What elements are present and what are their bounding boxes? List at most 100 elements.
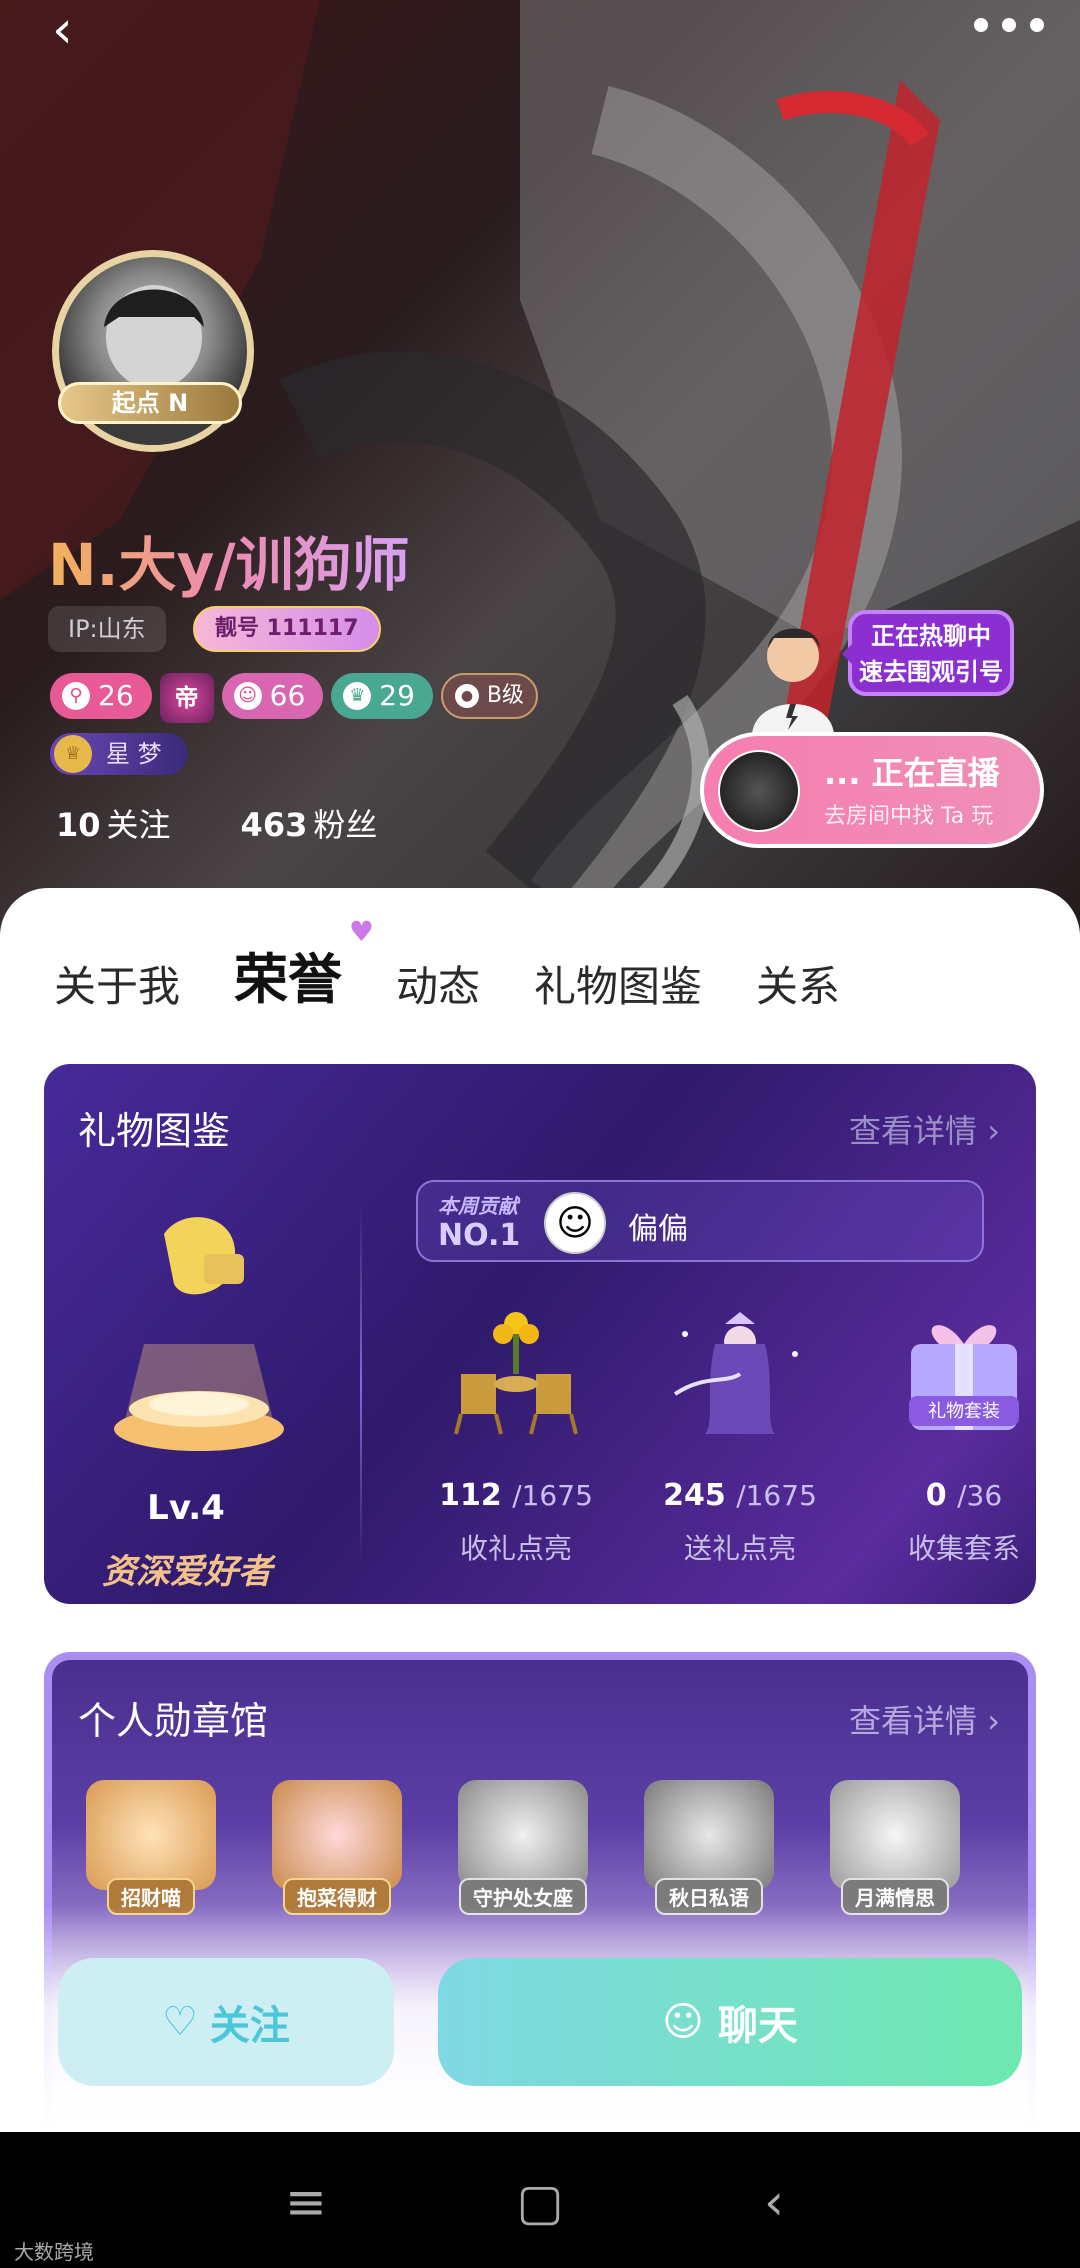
- contrib-rank: NO.1: [438, 1218, 521, 1253]
- following-number: 10: [56, 806, 101, 844]
- collected-count: 0 /36: [874, 1478, 1036, 1513]
- guide-character: [752, 628, 834, 734]
- watermark: 大数跨境: [14, 2240, 94, 2264]
- tab-honor[interactable]: 荣誉: [220, 915, 374, 1024]
- grade-value: B级: [486, 683, 525, 708]
- medal-lucky-cat[interactable]: 招财喵: [76, 1780, 226, 1915]
- collected-num: 0: [925, 1478, 947, 1513]
- gift-box-icon: 礼物套装: [909, 1325, 1019, 1430]
- received-label: 收礼点亮: [459, 1532, 572, 1565]
- weekly-contributor[interactable]: 本周贡献 NO.1 ☺ 偏偏: [416, 1180, 984, 1262]
- nice-id-badge[interactable]: 靓号 111117: [193, 606, 381, 652]
- key-level-badge[interactable]: ⚲ 26: [50, 673, 152, 719]
- recent-apps-icon[interactable]: ≡: [276, 2172, 336, 2232]
- follow-button[interactable]: ♡ 关注: [58, 1958, 394, 2086]
- avatar-frame-badge: 起点 N: [58, 382, 242, 424]
- home-icon[interactable]: ▢: [510, 2172, 570, 2232]
- chat-button[interactable]: ☺ 聊天: [438, 1958, 1022, 2086]
- profile-content: 关于我 荣誉 动态 礼物图鉴 关系 礼物图鉴 查看详情 › Lv.4 资深爱好者…: [0, 888, 1080, 2132]
- system-navigation-bar: ≡ ▢ ‹: [0, 2132, 1080, 2268]
- contributor-avatar: ☺: [544, 1192, 606, 1254]
- ip-location: IP:山东: [48, 606, 166, 652]
- collected-label: 收集套系: [907, 1532, 1020, 1565]
- autumn-couple-icon: [644, 1780, 774, 1890]
- badge-row: ⚲ 26 帝 ☺ 66 ♛ 29 ● B级: [50, 673, 539, 723]
- follow-button-label: 关注: [209, 2003, 290, 2049]
- medal-hall-details-link[interactable]: 查看详情 ›: [849, 1696, 1000, 1742]
- gift-set-label: 礼物套装: [928, 1401, 1000, 1422]
- following-label: 关注: [106, 806, 171, 844]
- chevron-left-icon: ‹: [52, 0, 73, 60]
- grade-badge[interactable]: ● B级: [440, 673, 539, 719]
- medal-virgo[interactable]: 守护处女座: [448, 1780, 598, 1915]
- gift-level: Lv.4: [147, 1488, 225, 1528]
- trophy-pedestal-icon: [114, 1217, 284, 1451]
- face-icon: ☺: [233, 682, 262, 710]
- fairy-figure-icon: [673, 1312, 798, 1434]
- charm-level-value: 66: [269, 679, 306, 712]
- dot: [1030, 18, 1044, 32]
- tab-gift-book[interactable]: 礼物图鉴: [534, 953, 702, 1014]
- back-button[interactable]: ‹: [52, 2, 96, 58]
- profile-page: ‹ 起点 N N.大y/训狗师 IP:山东 靓号 111117 ⚲ 26 帝 ☺…: [0, 0, 1080, 2268]
- following-count[interactable]: 10 关注: [56, 800, 171, 846]
- emperor-badge[interactable]: 帝: [159, 673, 214, 723]
- divider: [360, 1204, 362, 1564]
- sent-label: 送礼点亮: [683, 1532, 796, 1565]
- followers-count[interactable]: 463 粉丝: [241, 800, 378, 846]
- heart-plus-icon: ♡: [162, 1999, 198, 2045]
- medal-hall-title: 个人勋章馆: [78, 1699, 269, 1743]
- guide-line1: 正在热聊中: [871, 622, 991, 650]
- key-level-value: 26: [98, 679, 134, 712]
- lucky-cat-icon: [86, 1780, 216, 1890]
- received-gifts-stat[interactable]: 112 /1675 收礼点亮: [426, 1304, 606, 1567]
- followers-number: 463: [240, 806, 308, 844]
- chair-set-icon: [454, 1312, 578, 1435]
- tab-relations[interactable]: 关系: [756, 953, 840, 1014]
- medal-wealth-cat[interactable]: 抱菜得财: [262, 1780, 412, 1915]
- username: N.大y/训狗师: [48, 518, 410, 602]
- wealth-cat-icon: [272, 1780, 402, 1890]
- live-title: ... 正在直播: [824, 754, 1000, 792]
- collected-sets-stat[interactable]: 礼物套装 0 /36 收集套系: [874, 1304, 1036, 1567]
- gift-level-name: 资深爱好者: [102, 1552, 272, 1592]
- contrib-label: 本周贡献: [438, 1194, 518, 1218]
- trophy-icon: ♛: [343, 682, 372, 710]
- virgo-icon: [458, 1780, 588, 1890]
- charm-level-badge[interactable]: ☺ 66: [221, 673, 324, 719]
- rich-level-value: 29: [379, 679, 415, 712]
- follow-stats: 10 关注 463 粉丝: [56, 800, 377, 846]
- live-card[interactable]: ... 正在直播 去房间中找 Ta 玩: [700, 732, 1044, 848]
- moon-rabbit-icon: [830, 1780, 960, 1890]
- collected-total: /36: [957, 1479, 1003, 1512]
- top-bar: ‹: [0, 0, 1080, 70]
- gift-book-card[interactable]: 礼物图鉴 查看详情 › Lv.4 资深爱好者 本周贡献 NO.1 ☺ 偏偏 11…: [44, 1064, 1036, 1604]
- crown-icon: ♕: [54, 735, 92, 773]
- sent-count: 245 /1675: [650, 1478, 830, 1513]
- chat-bubble-icon: ☺: [662, 1999, 704, 2045]
- gift-book-details-link[interactable]: 查看详情 ›: [849, 1106, 1000, 1152]
- guide-line2: 速去围观引号: [859, 658, 1003, 686]
- tab-about[interactable]: 关于我: [54, 953, 180, 1014]
- guide-bubble[interactable]: 正在热聊中 速去围观引号: [842, 610, 1014, 696]
- live-subtitle: 去房间中找 Ta 玩: [824, 804, 994, 829]
- sent-num: 245: [663, 1478, 726, 1513]
- chat-button-label: 聊天: [717, 2003, 798, 2049]
- contributor-name: 偏偏: [628, 1212, 688, 1247]
- tab-moments[interactable]: 动态: [396, 953, 480, 1014]
- received-num: 112: [439, 1478, 502, 1513]
- dot: [1002, 18, 1016, 32]
- medal-moon-rabbit[interactable]: 月满情思: [820, 1780, 970, 1915]
- live-room-thumbnail: [718, 750, 800, 832]
- back-nav-icon[interactable]: ‹: [744, 2172, 804, 2232]
- profile-header: ‹ 起点 N N.大y/训狗师 IP:山东 靓号 111117 ⚲ 26 帝 ☺…: [0, 0, 1080, 940]
- sent-gifts-stat[interactable]: 245 /1675 送礼点亮: [650, 1304, 830, 1567]
- rich-level-badge[interactable]: ♛ 29: [331, 673, 433, 719]
- received-total: /1675: [512, 1479, 593, 1512]
- key-icon: ⚲: [62, 682, 90, 710]
- star-badge-label: 星 梦: [106, 740, 162, 768]
- sent-total: /1675: [736, 1479, 817, 1512]
- star-badge[interactable]: ♕ 星 梦: [50, 733, 188, 775]
- more-button[interactable]: [924, 18, 1044, 38]
- medal-autumn-whisper[interactable]: 秋日私语: [634, 1780, 784, 1915]
